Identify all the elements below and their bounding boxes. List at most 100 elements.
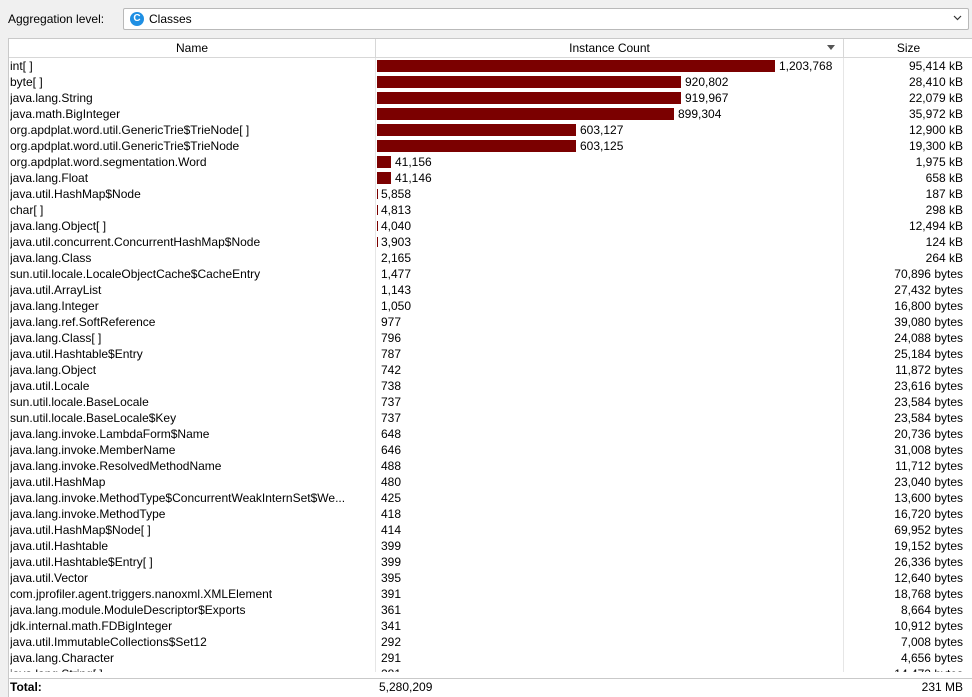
table-row[interactable]: java.lang.invoke.MemberName 646 31,008 byt… bbox=[9, 442, 972, 458]
table-row[interactable]: java.lang.Class 2,165 264 kB bbox=[9, 250, 972, 266]
class-name-cell: byte[ ] bbox=[10, 75, 43, 89]
instance-count-value: 5,858 bbox=[381, 187, 412, 201]
size-cell: 18,768 bytes bbox=[894, 587, 963, 601]
size-cell: 14,472 bytes bbox=[844, 666, 963, 672]
size-cell: 12,900 kB bbox=[908, 123, 963, 137]
size-cell: 298 kB bbox=[925, 203, 963, 217]
instance-count-cell: 480 bbox=[376, 474, 844, 490]
instance-count-cell: 1,477 bbox=[376, 266, 844, 282]
table-row[interactable]: java.lang.String[ ] 281 14,472 bytes bbox=[9, 666, 972, 672]
instance-count-value: 4,813 bbox=[381, 203, 412, 217]
table-row[interactable]: sun.util.locale.BaseLocale$Key 737 23,584 … bbox=[9, 410, 972, 426]
instance-count-value: 3,903 bbox=[381, 235, 412, 249]
table-row[interactable]: java.lang.invoke.LambdaForm$Name 648 20,73… bbox=[9, 426, 972, 442]
instance-count-bar bbox=[377, 60, 775, 72]
table-row[interactable]: sun.util.locale.BaseLocale 737 23,584 byte… bbox=[9, 394, 972, 410]
table-row[interactable]: java.util.Hashtable$Entry 787 25,184 bytes bbox=[9, 346, 972, 362]
instance-count-value: 920,802 bbox=[685, 75, 729, 89]
class-name-cell: jdk.internal.math.FDBigInteger bbox=[10, 619, 173, 633]
size-cell: 187 kB bbox=[925, 187, 963, 201]
table-row[interactable]: java.lang.module.ModuleDescriptor$Export… bbox=[9, 602, 972, 618]
table-row[interactable]: java.util.HashMap$Node 5,858 187 kB bbox=[9, 186, 972, 202]
class-name-cell: java.lang.Float bbox=[10, 171, 89, 185]
table-row[interactable]: java.lang.Character 291 4,656 bytes bbox=[9, 650, 972, 666]
instance-count-value: 742 bbox=[381, 363, 402, 377]
size-cell: 19,300 kB bbox=[908, 139, 963, 153]
instance-count-cell: 977 bbox=[376, 314, 844, 330]
size-cell: 11,712 bytes bbox=[895, 459, 963, 473]
column-header-name[interactable]: Name bbox=[9, 39, 376, 57]
table-row[interactable]: java.lang.Integer 1,050 16,800 bytes bbox=[9, 298, 972, 314]
instance-count-value: 738 bbox=[381, 379, 402, 393]
table-row[interactable]: java.lang.Object[ ] 4,040 12,494 kB bbox=[9, 218, 972, 234]
table-row[interactable]: int[ ] 1,203,768 95,414 kB bbox=[9, 58, 972, 74]
class-name-cell: java.util.HashMap$Node bbox=[10, 187, 141, 201]
table-row[interactable]: java.util.Locale 738 23,616 bytes bbox=[9, 378, 972, 394]
size-cell: 39,080 bytes bbox=[894, 315, 963, 329]
table-row[interactable]: jdk.internal.math.FDBigInteger 341 10,912 … bbox=[9, 618, 972, 634]
instance-count-cell: 5,858 bbox=[376, 186, 844, 202]
table-row[interactable]: java.lang.Class[ ] 796 24,088 bytes bbox=[9, 330, 972, 346]
instance-count-cell: 399 bbox=[376, 554, 844, 570]
class-name-cell: java.util.ArrayList bbox=[10, 283, 102, 297]
instance-count-cell: 1,203,768 bbox=[376, 58, 844, 74]
instance-count-bar bbox=[377, 108, 674, 120]
table-row[interactable]: java.util.Hashtable$Entry[ ] 399 26,336 by… bbox=[9, 554, 972, 570]
instance-count-value: 418 bbox=[381, 507, 402, 521]
table-row[interactable]: java.lang.String 919,967 22,079 kB bbox=[9, 90, 972, 106]
chevron-down-icon[interactable] bbox=[953, 13, 962, 22]
instance-count-value: 414 bbox=[381, 523, 402, 537]
instance-count-bar bbox=[377, 205, 378, 215]
class-name-cell: java.lang.module.ModuleDescriptor$Export… bbox=[10, 603, 246, 617]
table-row[interactable]: org.apdplat.word.util.GenericTrie$TrieNo… bbox=[9, 122, 972, 138]
class-name-cell: java.util.Vector bbox=[10, 571, 89, 585]
table-row[interactable]: java.lang.ref.SoftReference 977 39,080 byt… bbox=[9, 314, 972, 330]
table-row[interactable]: java.util.HashMap$Node[ ] 414 69,952 bytes bbox=[9, 522, 972, 538]
size-cell: 12,494 kB bbox=[908, 219, 963, 233]
table-row[interactable]: java.lang.invoke.MethodType 418 16,720 byt… bbox=[9, 506, 972, 522]
instance-count-bar bbox=[377, 140, 576, 152]
table-row[interactable]: java.util.ImmutableCollections$Set12 292 7… bbox=[9, 634, 972, 650]
instance-count-bar bbox=[377, 156, 391, 168]
column-header-instance-count[interactable]: Instance Count bbox=[376, 39, 844, 57]
instance-count-value: 41,156 bbox=[395, 155, 432, 169]
instance-count-bar bbox=[377, 189, 378, 199]
column-header-size[interactable]: Size bbox=[844, 39, 972, 57]
table-row[interactable]: java.util.ArrayList 1,143 27,432 bytes bbox=[9, 282, 972, 298]
instance-count-value: 737 bbox=[381, 395, 402, 409]
table-row[interactable]: java.util.HashMap 480 23,040 bytes bbox=[9, 474, 972, 490]
instance-count-bar bbox=[377, 92, 681, 104]
instance-count-bar bbox=[377, 237, 378, 247]
instance-count-cell: 899,304 bbox=[376, 106, 844, 122]
class-name-cell: java.lang.String[ ] bbox=[10, 666, 374, 672]
table-row[interactable]: org.apdplat.word.segmentation.Word 41,156… bbox=[9, 154, 972, 170]
instance-count-cell: 395 bbox=[376, 570, 844, 586]
total-size: 231 MB bbox=[921, 680, 963, 694]
table-row[interactable]: java.lang.invoke.MethodType$ConcurrentWe… bbox=[9, 490, 972, 506]
class-name-cell: char[ ] bbox=[10, 203, 44, 217]
table-row[interactable]: java.util.Vector 395 12,640 bytes bbox=[9, 570, 972, 586]
table-row[interactable]: java.util.Hashtable 399 19,152 bytes bbox=[9, 538, 972, 554]
instance-count-value: 480 bbox=[381, 475, 402, 489]
instance-count-cell: 292 bbox=[376, 634, 844, 650]
instance-count-cell: 1,050 bbox=[376, 298, 844, 314]
heap-walker-window: Aggregation level: C Classes Name Instan… bbox=[0, 0, 972, 697]
instance-count-cell: 425 bbox=[376, 490, 844, 506]
aggregation-label: Aggregation level: bbox=[8, 12, 105, 26]
table-row[interactable]: java.lang.Float 41,146 658 kB bbox=[9, 170, 972, 186]
table-row[interactable]: org.apdplat.word.util.GenericTrie$TrieNo… bbox=[9, 138, 972, 154]
table-row[interactable]: java.util.concurrent.ConcurrentHashMap$N… bbox=[9, 234, 972, 250]
table-row[interactable]: byte[ ] 920,802 28,410 kB bbox=[9, 74, 972, 90]
table-row[interactable]: sun.util.locale.LocaleObjectCache$CacheE… bbox=[9, 266, 972, 282]
class-name-cell: sun.util.locale.BaseLocale$Key bbox=[10, 411, 177, 425]
instance-count-cell: 3,903 bbox=[376, 234, 844, 250]
table-row[interactable]: java.lang.invoke.ResolvedMethodName 488 11… bbox=[9, 458, 972, 474]
table-row[interactable]: com.jprofiler.agent.triggers.nanoxml.XML… bbox=[9, 586, 972, 602]
instance-count-value: 1,203,768 bbox=[779, 59, 833, 73]
aggregation-level-select[interactable]: C Classes bbox=[123, 8, 969, 30]
table-row[interactable]: java.lang.Object 742 11,872 bytes bbox=[9, 362, 972, 378]
size-cell: 23,584 bytes bbox=[894, 411, 963, 425]
table-row[interactable]: char[ ] 4,813 298 kB bbox=[9, 202, 972, 218]
table-row[interactable]: java.math.BigInteger 899,304 35,972 kB bbox=[9, 106, 972, 122]
instance-count-cell: 603,127 bbox=[376, 122, 844, 138]
